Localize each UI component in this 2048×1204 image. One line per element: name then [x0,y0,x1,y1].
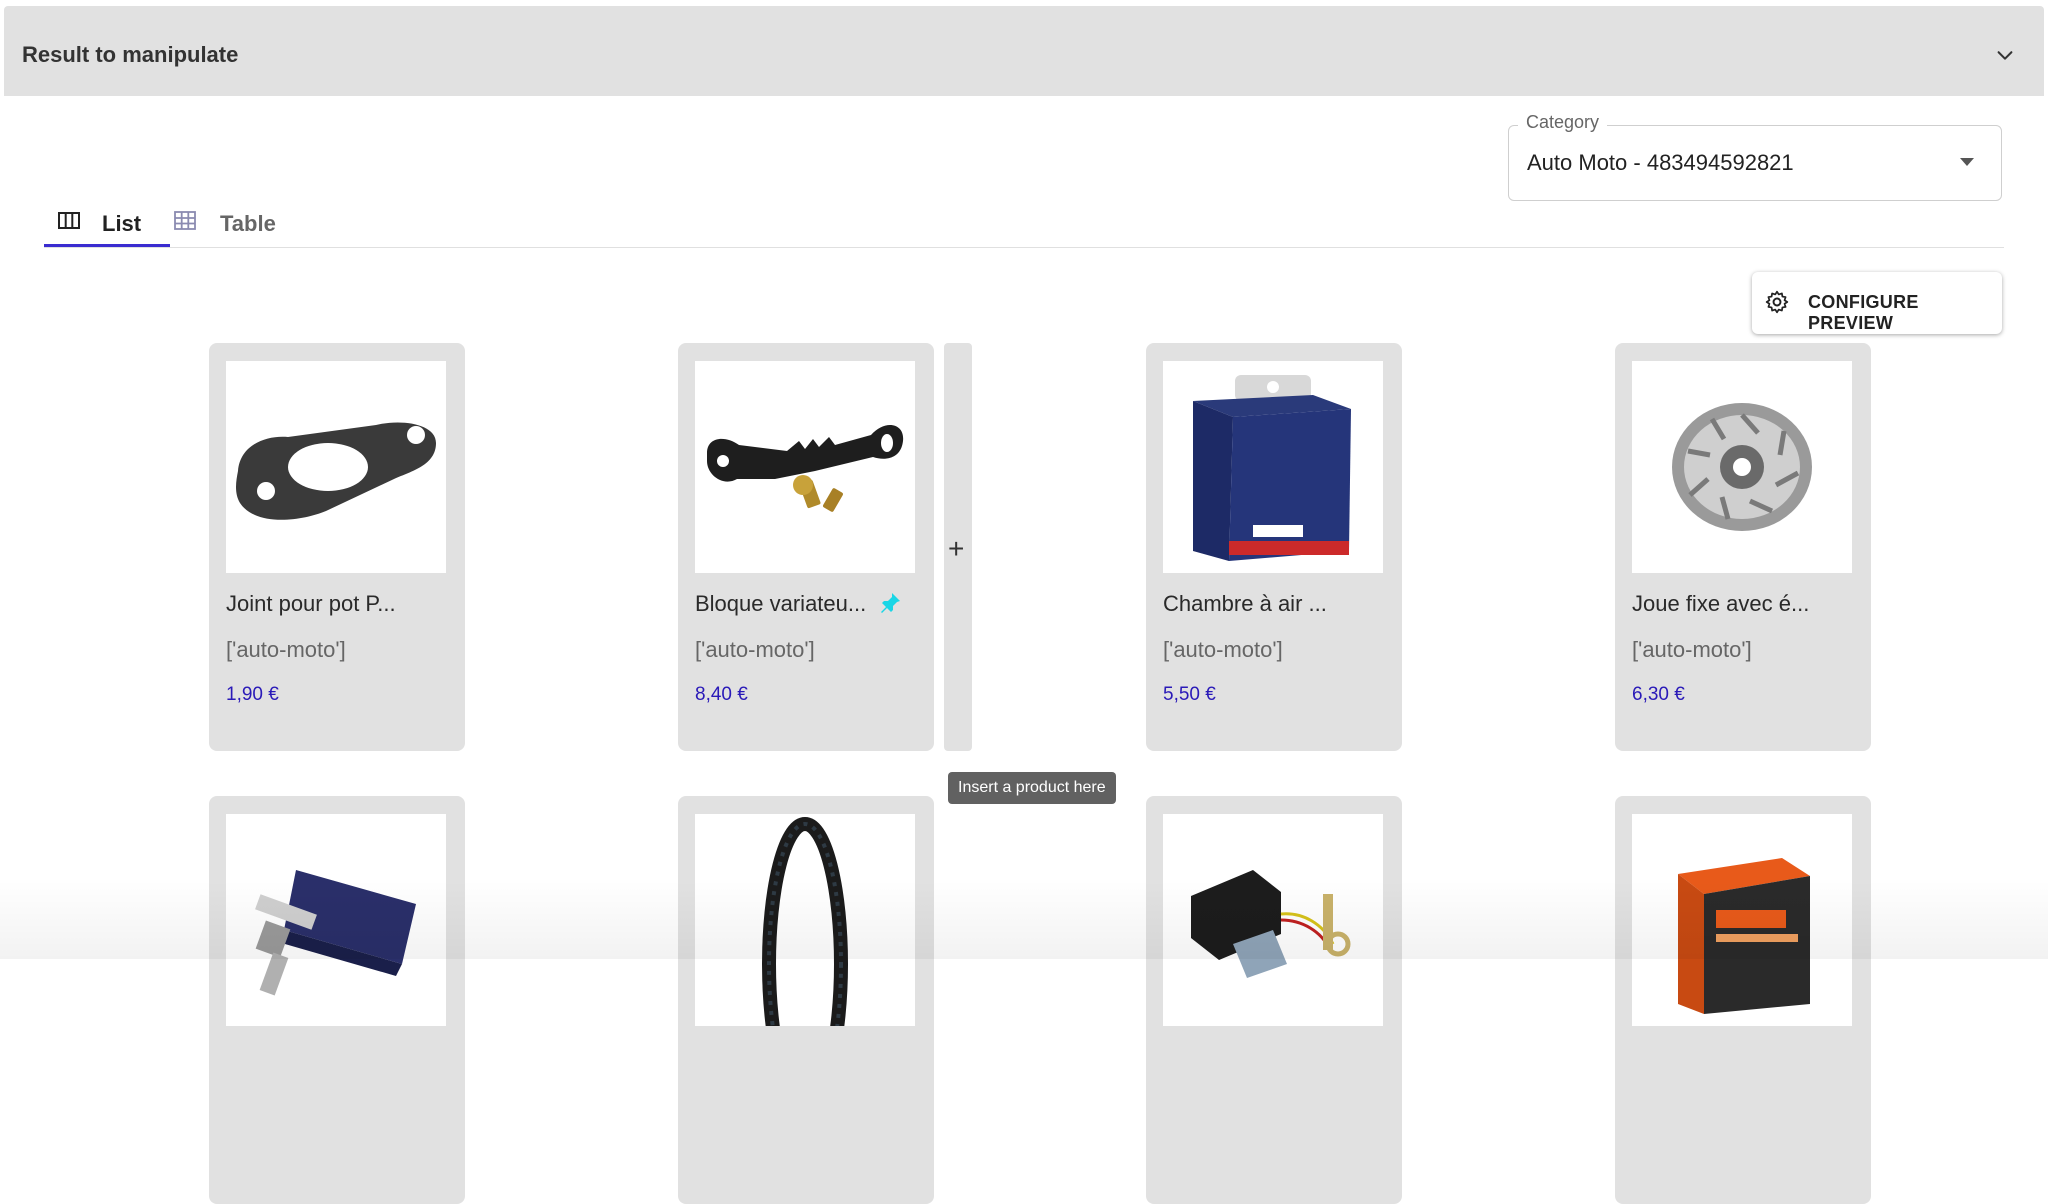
product-card[interactable] [1146,796,1402,1204]
product-image [695,361,915,573]
fan-wheel-image [1672,403,1812,531]
insert-product-tooltip: Insert a product here [948,772,1116,804]
product-image [226,814,446,1026]
tab-table[interactable]: Table [172,205,292,247]
tab-list-label: List [102,211,142,236]
insert-product-slot[interactable]: + [944,343,972,751]
product-name: Chambre à air ... [1163,591,1327,616]
configure-preview-button[interactable]: CONFIGURE PREVIEW [1752,272,2002,334]
tire-image [762,817,848,1026]
product-name: Joue fixe avec é... [1632,591,1810,616]
product-card[interactable]: Joue fixe avec é... ['auto-moto'] 6,30 € [1615,343,1871,751]
product-tags: ['auto-moto'] [1163,637,1283,662]
product-name: Bloque variateu... [695,591,867,616]
product-image [1163,361,1383,573]
product-image [1632,361,1852,573]
product-image [1632,814,1852,1026]
tab-table-label: Table [220,211,276,236]
product-card[interactable] [209,796,465,1204]
dropdown-caret-icon[interactable] [1960,158,1974,166]
tabs-divider [44,247,2004,248]
tab-list[interactable]: List [44,205,170,247]
inner-tube-box-image [1193,375,1351,561]
category-label: Category [1518,112,1608,133]
panel-title: Result to manipulate [22,42,239,67]
category-value[interactable]: Auto Moto - 483494592821 [1527,150,1794,176]
product-card[interactable]: Bloque variateu... ['auto-moto'] 8,40 € [678,343,934,751]
product-card[interactable] [678,796,934,1204]
product-image [695,814,915,1026]
product-name: Joint pour pot P... [226,591,396,616]
grid-icon [174,211,196,230]
configure-preview-label: CONFIGURE PREVIEW [1808,292,1919,333]
chevron-down-icon[interactable] [1994,44,2016,66]
bracket-image [707,424,904,512]
gasket-image [236,422,436,520]
product-card[interactable] [1615,796,1871,1204]
regulator-image [1191,870,1351,978]
plus-icon: + [948,533,965,564]
product-card[interactable]: Joint pour pot P... ['auto-moto'] 1,90 € [209,343,465,751]
product-tags: ['auto-moto'] [695,637,815,662]
product-price: 1,90 € [226,684,279,705]
product-image [226,361,446,573]
product-price: 8,40 € [695,684,748,705]
columns-icon [58,212,80,229]
spark-plug-image [255,870,416,996]
product-card[interactable]: Chambre à air ... ['auto-moto'] 5,50 € [1146,343,1402,751]
product-price: 6,30 € [1632,684,1685,705]
panel-header[interactable]: Result to manipulate [4,6,2044,96]
product-tags: ['auto-moto'] [226,637,346,662]
battery-box-image [1678,858,1810,1014]
product-image [1163,814,1383,1026]
product-tags: ['auto-moto'] [1632,637,1752,662]
gear-icon [1765,290,1789,314]
product-price: 5,50 € [1163,684,1216,705]
